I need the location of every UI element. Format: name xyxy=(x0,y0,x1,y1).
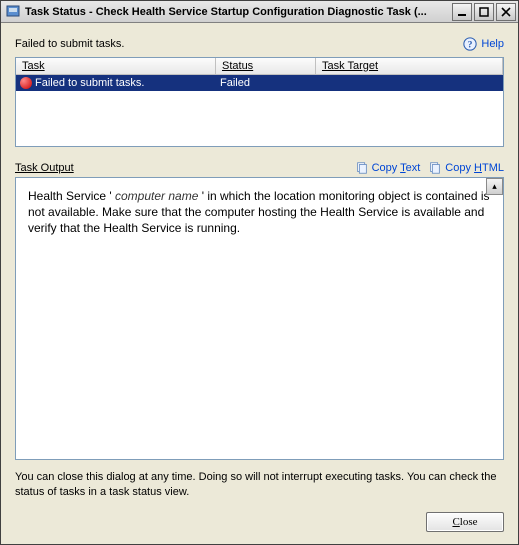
help-link[interactable]: ? Help xyxy=(463,37,504,51)
copy-text-link[interactable]: Copy Text xyxy=(355,161,421,175)
help-label: Help xyxy=(481,38,504,50)
title-bar: Task Status - Check Health Service Start… xyxy=(1,1,518,23)
column-task[interactable]: Task xyxy=(16,58,216,74)
column-target[interactable]: Task Target xyxy=(316,58,503,74)
table-row[interactable]: Failed to submit tasks. Failed xyxy=(16,75,503,91)
close-window-button[interactable] xyxy=(496,3,516,21)
svg-text:?: ? xyxy=(468,40,473,51)
task-output-panel: Health Service ' computer name ' in whic… xyxy=(15,177,504,460)
window-title: Task Status - Check Health Service Start… xyxy=(25,6,450,18)
status-message: Failed to submit tasks. xyxy=(15,38,124,50)
minimize-button[interactable] xyxy=(452,3,472,21)
row-status: Failed xyxy=(216,76,316,90)
row-target xyxy=(316,82,503,84)
task-table: Task Status Task Target Failed to submit… xyxy=(15,57,504,147)
close-button[interactable]: Close xyxy=(426,512,504,532)
copy-html-link[interactable]: Copy HTML xyxy=(428,161,504,175)
column-headers: Task Status Task Target xyxy=(16,58,503,75)
task-output-text: Health Service ' computer name ' in whic… xyxy=(16,178,503,459)
help-icon: ? xyxy=(463,37,477,51)
scroll-up-button[interactable]: ▴ xyxy=(486,178,503,195)
error-icon xyxy=(20,77,32,89)
copy-text-icon xyxy=(355,161,369,175)
app-icon xyxy=(5,4,21,20)
task-output-label: Task Output xyxy=(15,162,74,174)
maximize-button[interactable] xyxy=(474,3,494,21)
footer-note: You can close this dialog at any time. D… xyxy=(15,470,504,500)
column-status[interactable]: Status xyxy=(216,58,316,74)
copy-html-icon xyxy=(428,161,442,175)
row-task: Failed to submit tasks. xyxy=(35,77,144,89)
